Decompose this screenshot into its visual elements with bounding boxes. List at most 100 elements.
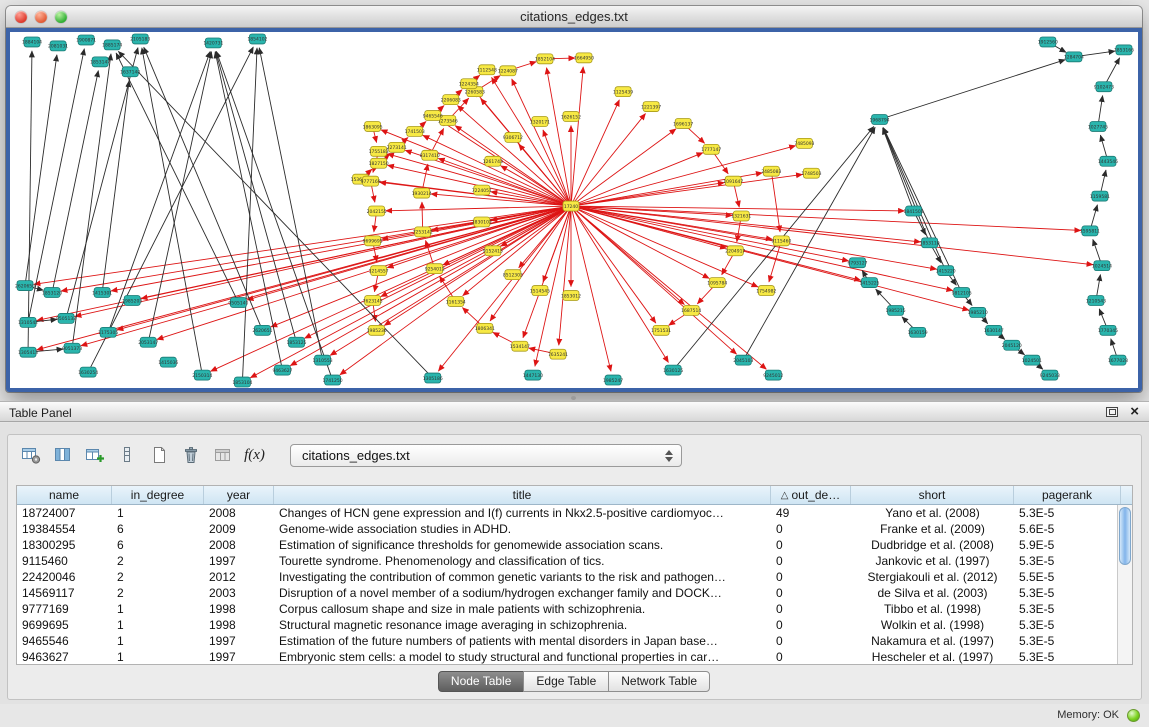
graph-node[interactable]: 1221397 [641, 102, 661, 112]
graph-node[interactable]: 1854102 [247, 34, 267, 44]
column-header-year[interactable]: year [204, 486, 274, 504]
graph-node[interactable]: 1214557 [369, 266, 389, 276]
graph-node[interactable]: 1024514 [1092, 261, 1112, 271]
graph-edge[interactable] [571, 206, 766, 369]
graph-node[interactable]: 1841503 [904, 206, 924, 216]
graph-node[interactable]: 1985203 [122, 296, 142, 306]
graph-node[interactable]: 1210543 [1086, 296, 1106, 306]
graph-node[interactable]: 8317410 [420, 150, 440, 160]
graph-node[interactable]: 1305186 [423, 373, 443, 383]
graph-node[interactable]: 1630125 [663, 365, 683, 375]
graph-node[interactable]: 9245012 [763, 370, 783, 380]
change-table-mode-button[interactable] [18, 442, 43, 468]
tab-network-table[interactable]: Network Table [608, 671, 710, 692]
graph-node[interactable]: 9306712 [503, 132, 523, 142]
graph-node[interactable]: 1284704 [1064, 52, 1084, 62]
graph-edge[interactable] [52, 71, 98, 293]
table-scrollbar[interactable] [1117, 505, 1132, 664]
graph-node[interactable]: 2620651 [252, 325, 272, 335]
graph-node[interactable]: 2620650 [15, 281, 35, 291]
graph-node[interactable]: 1696137 [673, 119, 693, 129]
graph-edge[interactable] [571, 146, 796, 206]
column-header-pagerank[interactable]: pagerank [1014, 486, 1121, 504]
graph-node[interactable]: 1741503 [405, 126, 425, 136]
graph-node[interactable]: 1748503 [801, 168, 821, 178]
column-header-short[interactable]: short [851, 486, 1014, 504]
graph-edge[interactable] [769, 241, 781, 282]
graph-node[interactable]: 9812105 [952, 288, 972, 298]
graph-node[interactable]: 1091647 [723, 176, 743, 186]
graph-node[interactable]: 1443546 [1098, 156, 1118, 166]
tab-edge-table[interactable]: Edge Table [523, 671, 609, 692]
network-canvas[interactable]: 1724018530121514545851230391524151830102… [10, 32, 1138, 388]
graph-edge[interactable] [247, 206, 571, 300]
graph-node[interactable]: 1637140 [120, 67, 140, 77]
graph-node[interactable]: 1930214 [412, 188, 432, 198]
graph-node[interactable]: 1415036 [158, 357, 178, 367]
panel-splitter[interactable] [0, 393, 1149, 401]
graph-edge[interactable] [883, 128, 930, 243]
graph-node[interactable]: 1630147 [984, 325, 1004, 335]
graph-node[interactable]: 1853166 [1114, 45, 1134, 55]
graph-edge[interactable] [571, 206, 1093, 265]
graph-node[interactable]: 1770345 [1098, 325, 1118, 335]
table-row[interactable]: 969969511998Structural magnetic resonanc… [17, 617, 1132, 633]
graph-node[interactable]: 1305413 [18, 347, 38, 357]
graph-edge[interactable] [250, 206, 571, 378]
new-table-button[interactable] [146, 442, 171, 468]
graph-node[interactable]: 1853125 [286, 337, 306, 347]
graph-node[interactable]: 1095784 [707, 278, 727, 288]
graph-node[interactable]: 1853012 [561, 291, 581, 301]
graph-edge[interactable] [673, 126, 874, 370]
graph-node[interactable]: 1310542 [18, 317, 38, 327]
graph-node[interactable]: 1159581 [1090, 191, 1110, 201]
graph-node[interactable]: 1024501 [1022, 355, 1042, 365]
create-column-button[interactable] [82, 442, 107, 468]
column-header-in_degree[interactable]: in_degree [112, 486, 204, 504]
graph-node[interactable]: 1112548 [477, 65, 497, 75]
tab-node-table[interactable]: Node Table [438, 671, 525, 692]
graph-node[interactable]: 2204917 [725, 246, 745, 256]
network-view[interactable]: 1724018530121514545851230391524151830102… [6, 28, 1142, 392]
graph-node[interactable]: 1852104 [535, 54, 555, 64]
graph-node[interactable]: 2105183 [130, 34, 150, 44]
graph-node[interactable]: 1447130 [523, 370, 543, 380]
graph-node[interactable]: 1830102 [472, 217, 492, 227]
graph-node[interactable]: 1741250 [323, 375, 343, 385]
graph-node[interactable]: 1827150 [369, 158, 389, 168]
table-row[interactable]: 2242004622012Investigating the contribut… [17, 569, 1132, 585]
import-table-button[interactable] [210, 442, 235, 468]
graph-node[interactable]: 9254012 [425, 264, 445, 274]
graph-edge[interactable] [75, 206, 571, 316]
graph-edge[interactable] [880, 60, 1066, 120]
graph-node[interactable]: 1626152 [561, 112, 581, 122]
graph-node[interactable]: 7623145 [363, 296, 383, 306]
graph-edge[interactable] [141, 206, 571, 299]
graph-edge[interactable] [571, 206, 611, 371]
table-row[interactable]: 946554611997Estimation of the future num… [17, 633, 1132, 649]
graph-node[interactable]: 7253142 [413, 227, 433, 237]
table-row[interactable]: 911546021997Tourette syndrome. Phenomeno… [17, 553, 1132, 569]
graph-node[interactable]: 7635241 [548, 349, 568, 359]
graph-node[interactable]: 7224051 [472, 185, 492, 195]
graph-node[interactable]: 9463627 [272, 365, 292, 375]
graph-node[interactable]: 2206083 [441, 95, 461, 105]
graph-node[interactable]: 8512303 [503, 270, 523, 280]
graph-node[interactable]: 1985215 [886, 305, 906, 315]
graph-edge[interactable] [259, 48, 322, 360]
graph-node[interactable]: 1027745 [1088, 121, 1108, 131]
graph-node[interactable]: 1125439 [613, 87, 633, 97]
graph-node[interactable]: 1687514 [681, 305, 701, 315]
table-row[interactable]: 977716911998Corpus callosum shape and si… [17, 601, 1132, 617]
graph-node[interactable]: 1853120 [42, 288, 62, 298]
graph-node[interactable]: 7485093 [794, 138, 814, 148]
graph-edge[interactable] [571, 67, 583, 206]
graph-edge[interactable] [883, 128, 946, 271]
show-columns-button[interactable] [50, 442, 75, 468]
graph-edge[interactable] [72, 54, 111, 348]
graph-node[interactable]: 2485083 [761, 166, 781, 176]
graph-edge[interactable] [559, 206, 571, 345]
graph-node[interactable]: 9115460 [771, 236, 791, 246]
scrollbar-thumb[interactable] [1119, 507, 1131, 565]
graph-edge[interactable] [117, 206, 571, 330]
